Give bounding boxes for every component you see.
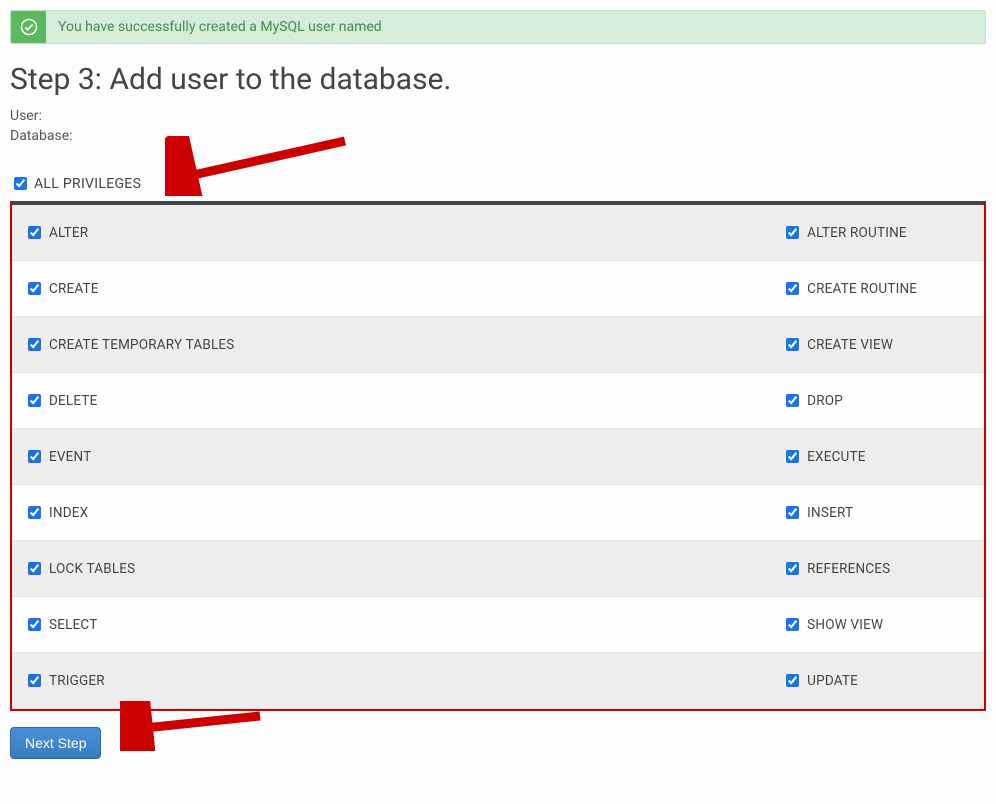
privilege-cell: CREATE xyxy=(12,261,770,316)
privilege-label[interactable]: CREATE VIEW xyxy=(807,337,893,353)
all-privileges-checkbox[interactable] xyxy=(14,177,27,190)
privilege-label[interactable]: EXECUTE xyxy=(807,449,865,465)
privilege-checkbox[interactable] xyxy=(786,618,799,631)
privilege-cell: UPDATE xyxy=(770,653,984,708)
privilege-cell: LOCK TABLES xyxy=(12,541,770,596)
privilege-checkbox[interactable] xyxy=(28,506,41,519)
privilege-checkbox[interactable] xyxy=(786,674,799,687)
privilege-label[interactable]: UPDATE xyxy=(807,673,858,689)
privilege-label[interactable]: REFERENCES xyxy=(807,561,890,577)
success-alert-text: You have successfully created a MySQL us… xyxy=(46,11,394,43)
privilege-checkbox[interactable] xyxy=(786,506,799,519)
privilege-label[interactable]: SELECT xyxy=(49,617,97,633)
all-privileges-label[interactable]: ALL PRIVILEGES xyxy=(34,176,141,192)
success-alert: You have successfully created a MySQL us… xyxy=(10,10,986,44)
privilege-cell: INDEX xyxy=(12,485,770,540)
page-title: Step 3: Add user to the database. xyxy=(10,62,986,97)
privilege-cell: INSERT xyxy=(770,485,984,540)
privilege-row: INDEX INSERT xyxy=(12,485,984,541)
privilege-checkbox[interactable] xyxy=(28,226,41,239)
privilege-cell: CREATE VIEW xyxy=(770,317,984,372)
privilege-cell: REFERENCES xyxy=(770,541,984,596)
privilege-checkbox[interactable] xyxy=(786,450,799,463)
privilege-cell: SHOW VIEW xyxy=(770,597,984,652)
user-label: User: xyxy=(10,108,42,124)
privilege-checkbox[interactable] xyxy=(786,562,799,575)
user-line: User: xyxy=(10,107,986,127)
privilege-checkbox[interactable] xyxy=(786,282,799,295)
privilege-label[interactable]: DELETE xyxy=(49,393,98,409)
privilege-label[interactable]: ALTER xyxy=(49,225,88,241)
privilege-row: CREATE TEMPORARY TABLES CREATE VIEW xyxy=(12,317,984,373)
privilege-cell: SELECT xyxy=(12,597,770,652)
privilege-label[interactable]: LOCK TABLES xyxy=(49,561,135,577)
privilege-cell: DELETE xyxy=(12,373,770,428)
privilege-row: TRIGGER UPDATE xyxy=(12,653,984,709)
database-label: Database: xyxy=(10,128,73,144)
success-check-icon xyxy=(11,11,46,43)
database-line: Database: xyxy=(10,127,986,147)
privilege-label[interactable]: TRIGGER xyxy=(49,673,105,689)
next-step-button[interactable]: Next Step xyxy=(10,727,101,759)
privilege-row: EVENT EXECUTE xyxy=(12,429,984,485)
privilege-cell: EXECUTE xyxy=(770,429,984,484)
privilege-row: DELETE DROP xyxy=(12,373,984,429)
privilege-label[interactable]: INSERT xyxy=(807,505,853,521)
privilege-row: SELECT SHOW VIEW xyxy=(12,597,984,653)
privilege-label[interactable]: EVENT xyxy=(49,449,91,465)
all-privileges-row: ALL PRIVILEGES xyxy=(10,174,986,193)
privilege-label[interactable]: CREATE ROUTINE xyxy=(807,281,917,297)
privilege-label[interactable]: CREATE xyxy=(49,281,99,297)
privilege-cell: ALTER ROUTINE xyxy=(770,205,984,260)
privilege-cell: DROP xyxy=(770,373,984,428)
privilege-row: CREATE CREATE ROUTINE xyxy=(12,261,984,317)
privilege-row: LOCK TABLES REFERENCES xyxy=(12,541,984,597)
privilege-checkbox[interactable] xyxy=(786,394,799,407)
privilege-checkbox[interactable] xyxy=(28,562,41,575)
privilege-checkbox[interactable] xyxy=(28,674,41,687)
privilege-label[interactable]: SHOW VIEW xyxy=(807,617,883,633)
privilege-checkbox[interactable] xyxy=(786,226,799,239)
privilege-checkbox[interactable] xyxy=(786,338,799,351)
privilege-checkbox[interactable] xyxy=(28,282,41,295)
privilege-label[interactable]: ALTER ROUTINE xyxy=(807,225,907,241)
privileges-table: ALTERALTER ROUTINECREATECREATE ROUTINECR… xyxy=(10,201,986,711)
privilege-cell: EVENT xyxy=(12,429,770,484)
privilege-label[interactable]: INDEX xyxy=(49,505,88,521)
privilege-cell: CREATE ROUTINE xyxy=(770,261,984,316)
privilege-checkbox[interactable] xyxy=(28,394,41,407)
privilege-label[interactable]: CREATE TEMPORARY TABLES xyxy=(49,337,235,353)
privilege-cell: ALTER xyxy=(12,205,770,260)
privilege-checkbox[interactable] xyxy=(28,450,41,463)
privilege-checkbox[interactable] xyxy=(28,338,41,351)
privilege-cell: CREATE TEMPORARY TABLES xyxy=(12,317,770,372)
privilege-label[interactable]: DROP xyxy=(807,393,843,409)
privilege-row: ALTER ALTER ROUTINE xyxy=(12,205,984,261)
privilege-checkbox[interactable] xyxy=(28,618,41,631)
privilege-cell: TRIGGER xyxy=(12,653,770,708)
